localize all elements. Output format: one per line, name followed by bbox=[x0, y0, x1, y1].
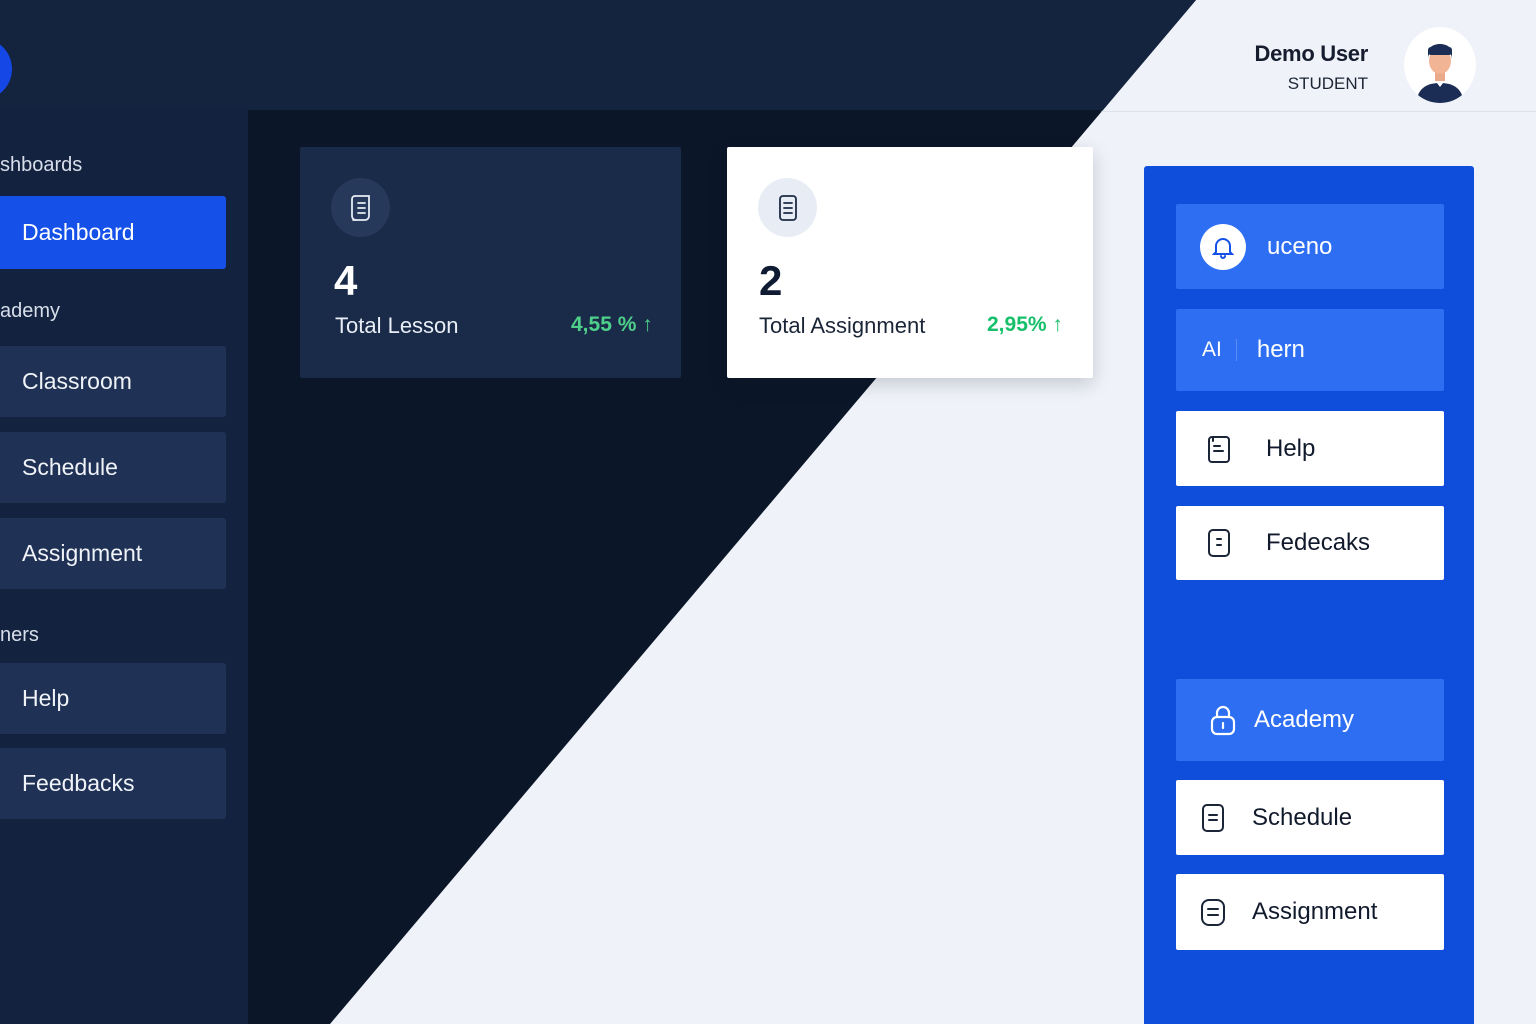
document-icon bbox=[331, 178, 390, 237]
document-icon bbox=[1190, 889, 1236, 935]
lesson-label: Total Lesson bbox=[335, 313, 459, 338]
sidebar-item-feedbacks[interactable]: Feedbacks bbox=[0, 748, 226, 819]
panel-item-label: Assignment bbox=[1252, 898, 1378, 925]
document-icon bbox=[758, 178, 817, 237]
sidebar-item-help[interactable]: Help bbox=[0, 663, 226, 734]
panel-item-label: Fedecaks bbox=[1266, 529, 1371, 556]
panel-item-label: uceno bbox=[1267, 232, 1333, 260]
assignment-change: 2,95% ↑ bbox=[987, 313, 1063, 336]
panel-item-label: Schedule bbox=[1252, 803, 1353, 831]
user-role: STUDENT bbox=[1287, 74, 1368, 93]
ai-label: AI bbox=[1202, 338, 1222, 361]
assignment-label: Total Assignment bbox=[759, 313, 926, 338]
panel-item-help[interactable]: Help bbox=[1176, 411, 1444, 486]
panel-item-schedule[interactable]: Schedule bbox=[1176, 780, 1444, 855]
sidebar-item-classroom[interactable]: Classroom bbox=[0, 346, 226, 417]
document-icon bbox=[1196, 520, 1242, 566]
lesson-change: 4,55 % ↑ bbox=[571, 313, 653, 336]
stat-card-assignments[interactable]: 2 Total Assignment 2,95% ↑ bbox=[727, 147, 1093, 378]
panel-item-label: Help bbox=[1266, 434, 1316, 462]
divider bbox=[1235, 339, 1237, 361]
stat-card-lessons[interactable]: 4 Total Lesson 4,55 % ↑ bbox=[300, 147, 681, 378]
panel-item-academy[interactable]: Academy bbox=[1176, 679, 1444, 761]
document-icon bbox=[1190, 795, 1236, 841]
assignment-count: 2 bbox=[759, 257, 783, 304]
panel-item-label: Academy bbox=[1254, 706, 1355, 733]
panel-item-feedbacks[interactable]: Fedecaks bbox=[1176, 506, 1444, 580]
lesson-count: 4 bbox=[334, 257, 358, 304]
sidebar-item-dashboard[interactable]: Dashboard bbox=[0, 196, 226, 269]
panel-item-ai[interactable]: AI hern bbox=[1176, 309, 1444, 391]
sidebar-section-academy: ademy bbox=[0, 300, 61, 322]
avatar[interactable] bbox=[1404, 27, 1476, 103]
user-name: Demo User bbox=[1254, 41, 1369, 66]
sidebar-item-schedule[interactable]: Schedule bbox=[0, 432, 226, 503]
sidebar-section-dashboards: shboards bbox=[0, 154, 83, 176]
sidebar: shboards Dashboard ademy Classroom Sched… bbox=[0, 110, 248, 1024]
lock-icon bbox=[1200, 697, 1246, 743]
panel-item-notifications[interactable]: uceno bbox=[1176, 204, 1444, 289]
sidebar-item-assignment[interactable]: Assignment bbox=[0, 518, 226, 589]
panel-item-label: hern bbox=[1256, 336, 1305, 363]
quick-access-panel: uceno AI hern Help Fedecaks Academy Sche… bbox=[1144, 166, 1474, 1024]
sidebar-section-others: ners bbox=[0, 624, 39, 646]
panel-item-assignment[interactable]: Assignment bbox=[1176, 874, 1444, 950]
document-icon bbox=[1196, 426, 1242, 472]
bell-icon bbox=[1200, 223, 1246, 270]
